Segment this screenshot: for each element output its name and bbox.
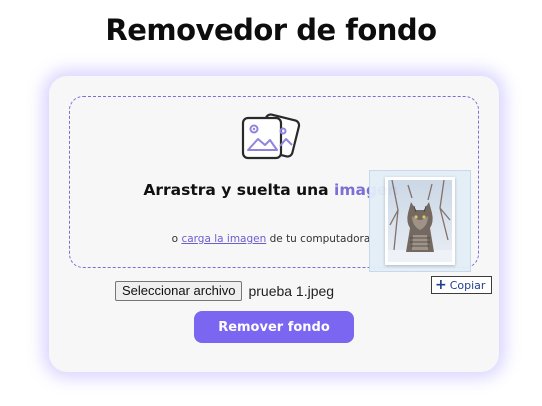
plus-icon: +	[435, 277, 447, 293]
page-title: Removedor de fondo	[105, 13, 437, 47]
copy-badge: + Copiar	[431, 276, 493, 294]
selected-file-name: prueba 1.jpeg	[248, 283, 335, 299]
dropzone-title-prefix: Arrastra y suelta una	[143, 181, 335, 199]
cat-photo	[385, 177, 455, 265]
choose-file-button[interactable]: Seleccionar archivo	[115, 281, 243, 301]
file-input: Seleccionar archivo prueba 1.jpeg	[115, 281, 334, 301]
remove-background-button[interactable]: Remover fondo	[194, 311, 354, 343]
copy-badge-label: Copiar	[449, 278, 486, 292]
dropzone-sub-suffix: de tu computadora	[266, 233, 371, 245]
images-icon	[239, 112, 303, 162]
upload-image-link[interactable]: carga la imagen	[181, 233, 266, 245]
dropzone-sub-prefix: o	[171, 233, 182, 245]
page: Removedor de fondo Arrastra y suelta una…	[0, 0, 542, 406]
drag-preview-thumbnail	[369, 170, 471, 272]
